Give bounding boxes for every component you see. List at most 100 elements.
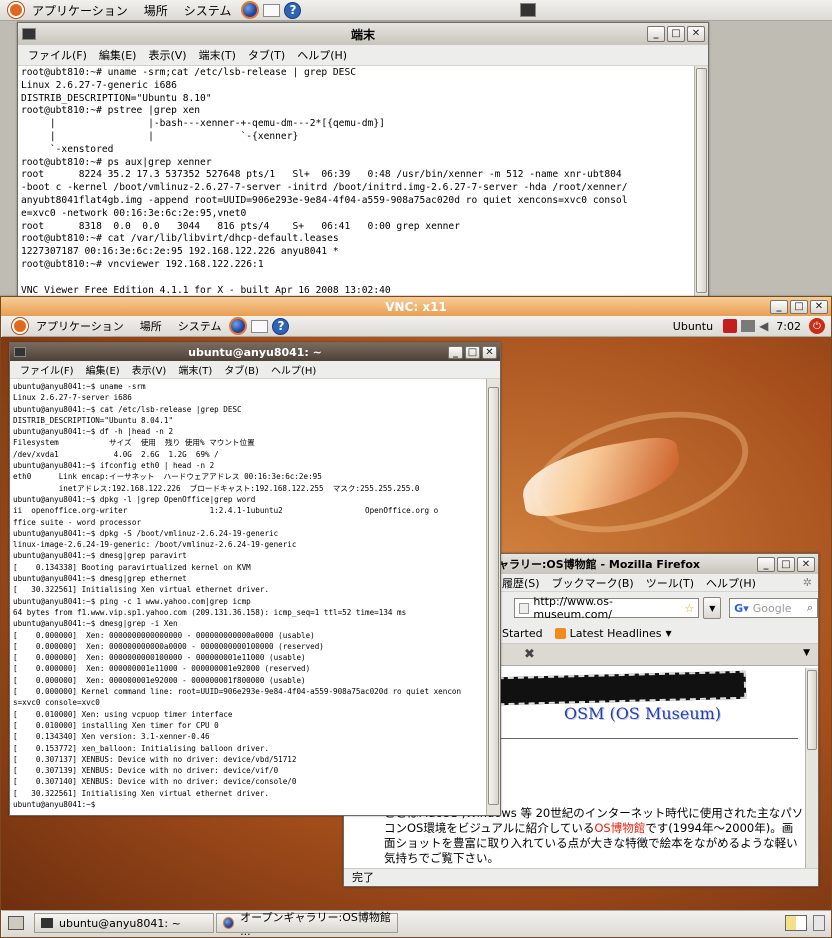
vnc-minimize-button[interactable]: _ bbox=[770, 299, 788, 314]
task-terminal-label: ubuntu@anyu8041: ~ bbox=[59, 916, 181, 930]
os-museum-link[interactable]: OS博物館 bbox=[594, 821, 645, 835]
guest-help-launcher-icon[interactable]: ? bbox=[272, 317, 290, 335]
host-terminal-window: 端末 _ □ ✕ ファイル(F) 編集(E) 表示(V) 端末(T) タブ(T)… bbox=[17, 22, 709, 298]
gt-close-button[interactable]: ✕ bbox=[482, 345, 497, 359]
vnc-maximize-button[interactable]: □ bbox=[790, 299, 808, 314]
gt-menu-help[interactable]: ヘルプ(H) bbox=[265, 362, 322, 377]
ff-menu-tools[interactable]: ツール(T) bbox=[640, 575, 700, 591]
status-bar: 完了 bbox=[344, 868, 818, 886]
host-terminal-title: 端末 bbox=[350, 27, 375, 42]
guest-menu-applications[interactable]: アプリケーション bbox=[28, 318, 132, 334]
guest-mail-launcher-icon[interactable] bbox=[251, 319, 269, 333]
search-placeholder: Google bbox=[752, 601, 792, 615]
site-favicon-icon bbox=[519, 602, 530, 614]
vnc-title: VNC: x11 bbox=[385, 299, 447, 314]
taskbar-item-firefox[interactable]: オープンギャラリー:OS博物館 ... bbox=[216, 911, 398, 938]
bookmark-getting-started[interactable]: Started bbox=[502, 627, 543, 640]
guest-taskbar: ubuntu@anyu8041: ~ オープンギャラリー:OS博物館 ... bbox=[2, 910, 831, 938]
gt-menu-edit[interactable]: 編集(E) bbox=[80, 362, 126, 377]
host-terminal-output[interactable]: root@ubt810:~# uname -srm;cat /etc/lsb-r… bbox=[18, 66, 694, 297]
host-terminal-menubar: ファイル(F) 編集(E) 表示(V) 端末(T) タブ(T) ヘルプ(H) bbox=[18, 45, 708, 66]
bookmark-latest-headlines[interactable]: Latest Headlines ▼ bbox=[554, 627, 672, 640]
chevron-down-icon: ▼ bbox=[665, 629, 672, 638]
task-firefox-icon bbox=[223, 917, 235, 929]
vnc-titlebar[interactable]: VNC: x11 _ □ ✕ bbox=[1, 297, 831, 316]
host-terminal-titlebar[interactable]: 端末 _ □ ✕ bbox=[18, 23, 708, 45]
menu-tabs[interactable]: タブ(T) bbox=[242, 47, 291, 63]
guest-terminal-scrollbar[interactable] bbox=[486, 379, 500, 815]
ff-minimize-button[interactable]: _ bbox=[757, 556, 775, 572]
trash-icon[interactable] bbox=[813, 915, 825, 931]
gt-scroll-thumb[interactable] bbox=[488, 387, 499, 805]
latest-headlines-label: Latest Headlines bbox=[569, 627, 662, 640]
ff-close-button[interactable]: ✕ bbox=[797, 556, 815, 572]
menu-view[interactable]: 表示(V) bbox=[142, 47, 192, 63]
gt-menu-terminal[interactable]: 端末(T) bbox=[172, 362, 218, 377]
ff-maximize-button[interactable]: □ bbox=[777, 556, 795, 572]
url-dropdown-button[interactable]: ▼ bbox=[703, 597, 722, 619]
google-engine-icon[interactable]: G▾ bbox=[734, 602, 749, 615]
page-scrollbar[interactable] bbox=[805, 668, 818, 870]
menu-edit[interactable]: 編集(E) bbox=[93, 47, 143, 63]
gt-minimize-button[interactable]: _ bbox=[448, 345, 463, 359]
ff-menu-bookmarks[interactable]: ブックマーク(B) bbox=[546, 575, 640, 591]
task-terminal-icon bbox=[41, 918, 53, 928]
guest-terminal-window-icon bbox=[14, 347, 26, 357]
host-terminal-scrollbar[interactable] bbox=[694, 66, 708, 297]
help-launcher-icon[interactable]: ? bbox=[284, 1, 302, 19]
guest-terminal-window: ubuntu@anyu8041: ~ _ □ ✕ ファイル(F) 編集(E) 表… bbox=[9, 342, 501, 816]
gt-menu-file[interactable]: ファイル(F) bbox=[14, 362, 80, 377]
menu-terminal[interactable]: 端末(T) bbox=[193, 47, 242, 63]
workspace-switcher[interactable] bbox=[785, 915, 807, 931]
menu-system[interactable]: システム bbox=[176, 2, 240, 19]
guest-terminal-menubar: ファイル(F) 編集(E) 表示(V) 端末(T) タブ(B) ヘルプ(H) bbox=[10, 361, 500, 379]
os-museum-logo[interactable]: OSM (OS Museum) bbox=[564, 704, 721, 723]
vnc-viewer-window: VNC: x11 _ □ ✕ アプリケーション 場所 システム ? Ubuntu… bbox=[0, 296, 832, 938]
menu-help[interactable]: ヘルプ(H) bbox=[291, 47, 353, 63]
guest-top-panel: アプリケーション 場所 システム ? Ubuntu ◀ 7:02 ⏻ bbox=[2, 316, 831, 337]
menu-applications[interactable]: アプリケーション bbox=[24, 2, 136, 19]
search-icon[interactable]: ⌕ bbox=[807, 601, 813, 615]
vnc-close-button[interactable]: ✕ bbox=[810, 299, 828, 314]
shutdown-icon[interactable]: ⏻ bbox=[809, 318, 825, 334]
filmstrip-banner bbox=[497, 670, 747, 706]
guest-firefox-launcher-icon[interactable] bbox=[229, 317, 248, 335]
network-icon[interactable] bbox=[723, 319, 738, 333]
maximize-button[interactable]: □ bbox=[667, 26, 685, 42]
menu-file[interactable]: ファイル(F) bbox=[22, 47, 93, 63]
host-top-panel: アプリケーション 場所 システム ? bbox=[0, 0, 832, 21]
ff-menu-help[interactable]: ヘルプ(H) bbox=[700, 575, 762, 591]
guest-menu-places[interactable]: 場所 bbox=[132, 318, 170, 334]
task-firefox-label: オープンギャラリー:OS博物館 ... bbox=[240, 910, 391, 938]
scroll-thumb[interactable] bbox=[696, 68, 707, 293]
tab-list-icon[interactable]: ▼ bbox=[803, 648, 810, 658]
throbber-icon: ✲ bbox=[802, 576, 812, 589]
url-bar[interactable]: http://www.os-museum.com/ ☆ bbox=[514, 595, 700, 621]
firefox-launcher-icon[interactable] bbox=[241, 1, 260, 19]
ff-menu-history[interactable]: 履歴(S) bbox=[496, 575, 546, 591]
gt-maximize-button[interactable]: □ bbox=[465, 345, 480, 359]
gt-menu-view[interactable]: 表示(V) bbox=[126, 362, 173, 377]
mail-launcher-icon[interactable] bbox=[263, 3, 281, 17]
divider bbox=[498, 738, 798, 739]
guest-terminal-output[interactable]: ubuntu@anyu8041:~$ uname -srm Linux 2.6.… bbox=[10, 379, 486, 815]
guest-user-name[interactable]: Ubuntu bbox=[673, 320, 713, 333]
bookmark-star-icon[interactable]: ☆ bbox=[685, 602, 695, 615]
close-button[interactable]: ✕ bbox=[687, 26, 705, 42]
show-desktop-icon[interactable] bbox=[8, 916, 24, 930]
minimize-button[interactable]: _ bbox=[647, 26, 665, 42]
guest-clock[interactable]: 7:02 bbox=[776, 320, 801, 333]
ubuntu-logo-icon[interactable] bbox=[8, 2, 24, 18]
page-scroll-thumb[interactable] bbox=[807, 670, 817, 750]
guest-terminal-titlebar[interactable]: ubuntu@anyu8041: ~ _ □ ✕ bbox=[10, 343, 500, 361]
taskbar-item-terminal[interactable]: ubuntu@anyu8041: ~ bbox=[34, 913, 214, 933]
close-tab-icon[interactable]: ✖ bbox=[524, 647, 535, 662]
power-manager-icon[interactable] bbox=[741, 320, 756, 332]
volume-icon[interactable]: ◀ bbox=[759, 319, 768, 333]
search-box[interactable]: G▾ Google ⌕ bbox=[729, 598, 818, 618]
menu-places[interactable]: 場所 bbox=[136, 2, 176, 19]
gt-menu-tabs[interactable]: タブ(B) bbox=[218, 362, 265, 377]
guest-ubuntu-logo-icon[interactable] bbox=[12, 318, 28, 334]
terminal-applet-icon[interactable] bbox=[520, 3, 536, 17]
guest-menu-system[interactable]: システム bbox=[170, 318, 230, 334]
